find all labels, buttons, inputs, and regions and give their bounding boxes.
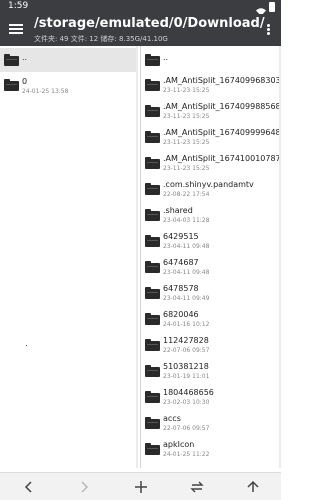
file-name: 112427828: [163, 336, 209, 345]
list-item[interactable]: .AM_AntiSplit_1674099996483 23-11-23 15:…: [141, 126, 281, 150]
file-date: 24-01-25 13:58: [22, 88, 69, 95]
forward-icon[interactable]: [74, 477, 94, 497]
file-date: 24-01-16 10:12: [163, 321, 210, 328]
file-name: ..: [163, 53, 169, 62]
file-date: 23-11-23 15:25: [163, 165, 210, 172]
folder-icon: [145, 235, 160, 247]
list-item[interactable]: .AM_AntiSplit_1674100107870 23-11-23 15:…: [141, 152, 281, 176]
file-name: .AM_AntiSplit_1674099683034: [163, 76, 281, 85]
list-item[interactable]: accs 22-07-06 09:57: [141, 412, 281, 436]
battery-icon: [269, 2, 275, 12]
status-time: 1:59: [8, 1, 29, 11]
file-date: 23-11-23 15:25: [163, 139, 210, 146]
folder-icon: [145, 209, 160, 221]
list-item[interactable]: apkIcon 24-01-25 11:22: [141, 438, 281, 462]
folder-icon: [145, 79, 160, 91]
file-name: apkIcon: [163, 440, 195, 449]
right-scrollbar[interactable]: [279, 46, 281, 468]
list-item[interactable]: 6474687 23-04-11 09:48: [141, 256, 281, 280]
list-item-parent[interactable]: ..: [141, 48, 281, 72]
file-name: .AM_AntiSplit_1674100107870: [163, 154, 281, 163]
bottom-toolbar: [0, 472, 281, 500]
file-name: accs: [163, 414, 181, 423]
list-item[interactable]: 6478578 23-04-11 09:49: [141, 282, 281, 306]
folder-icon: [145, 287, 160, 299]
current-path: /storage/emulated/0/Download/: [34, 16, 265, 31]
folder-icon: [145, 105, 160, 117]
file-date: 22-07-06 09:57: [163, 347, 210, 354]
storage-stats: 文件夹: 49 文件: 12 储存: 8.35G/41.10G: [34, 35, 168, 43]
file-date: 23-01-19 11:01: [163, 373, 210, 380]
file-date: 23-11-23 15:25: [163, 87, 210, 94]
file-name: 6478578: [163, 284, 199, 293]
list-item[interactable]: 0 24-01-25 13:58: [0, 74, 138, 98]
file-name: 6474687: [163, 258, 199, 267]
app-bar: /storage/emulated/0/Download/ 文件夹: 49 文件…: [0, 14, 281, 46]
file-date: 23-04-11 09:48: [163, 269, 210, 276]
menu-icon[interactable]: [9, 22, 23, 36]
system-icons: [256, 2, 275, 16]
file-name: 510381218: [163, 362, 209, 371]
file-name: .AM_AntiSplit_1674099885688: [163, 102, 281, 111]
folder-icon: [145, 131, 160, 143]
add-icon[interactable]: [131, 477, 151, 497]
folder-icon: [145, 313, 160, 325]
file-name: .shared: [163, 206, 193, 215]
list-item[interactable]: 6820046 24-01-16 10:12: [141, 308, 281, 332]
back-icon[interactable]: [19, 477, 39, 497]
file-name: 1804468656: [163, 388, 214, 397]
file-name: 6429515: [163, 232, 199, 241]
wifi-icon: [256, 2, 266, 16]
right-pane[interactable]: .. .AM_AntiSplit_1674099683034 23-11-23 …: [140, 46, 281, 468]
folder-icon: [145, 157, 160, 169]
list-item[interactable]: .AM_AntiSplit_1674099683034 23-11-23 15:…: [141, 74, 281, 98]
status-bar: 1:59: [0, 0, 281, 16]
list-item[interactable]: .com.shinyv.pandamtv 22-08-22 17:54: [141, 178, 281, 202]
folder-icon: [145, 443, 160, 455]
file-date: 22-08-22 17:54: [163, 191, 210, 198]
left-pane[interactable]: .. 0 24-01-25 13:58: [0, 46, 138, 468]
list-item[interactable]: 510381218 23-01-19 11:01: [141, 360, 281, 384]
folder-icon: [145, 339, 160, 351]
list-item[interactable]: .shared 23-04-03 11:28: [141, 204, 281, 228]
file-date: 23-04-11 09:48: [163, 243, 210, 250]
list-item[interactable]: 1804468656 23-02-03 10:30: [141, 386, 281, 410]
left-scrollbar[interactable]: [136, 46, 138, 468]
list-item[interactable]: 6429515 23-04-11 09:48: [141, 230, 281, 254]
more-vert-icon[interactable]: [267, 24, 271, 36]
swap-icon[interactable]: [187, 477, 207, 497]
folder-icon: [145, 261, 160, 273]
file-date: 22-07-06 09:57: [163, 425, 210, 432]
up-icon[interactable]: [243, 477, 263, 497]
file-name: 6820046: [163, 310, 199, 319]
file-name: .com.shinyv.pandamtv: [163, 180, 254, 189]
folder-icon: [145, 365, 160, 377]
folder-icon: [4, 79, 19, 91]
list-item-parent[interactable]: ..: [0, 48, 138, 72]
folder-icon: [145, 183, 160, 195]
file-date: 23-04-11 09:49: [163, 295, 210, 302]
folder-icon: [145, 391, 160, 403]
list-item[interactable]: 112427828 22-07-06 09:57: [141, 334, 281, 358]
folder-icon: [145, 417, 160, 429]
file-date: 24-01-25 11:22: [163, 451, 210, 458]
folder-icon: [145, 54, 160, 66]
folder-icon: [4, 54, 19, 66]
file-name: 0: [22, 77, 28, 86]
file-date: 23-11-23 15:25: [163, 113, 210, 120]
file-date: 23-04-03 11:28: [163, 217, 210, 224]
list-item[interactable]: .AM_AntiSplit_1674099885688 23-11-23 15:…: [141, 100, 281, 124]
file-name: ..: [22, 53, 28, 62]
file-date: 23-02-03 10:30: [163, 399, 210, 406]
file-name: .AM_AntiSplit_1674099996483: [163, 128, 281, 137]
stray-dot: [26, 345, 27, 346]
